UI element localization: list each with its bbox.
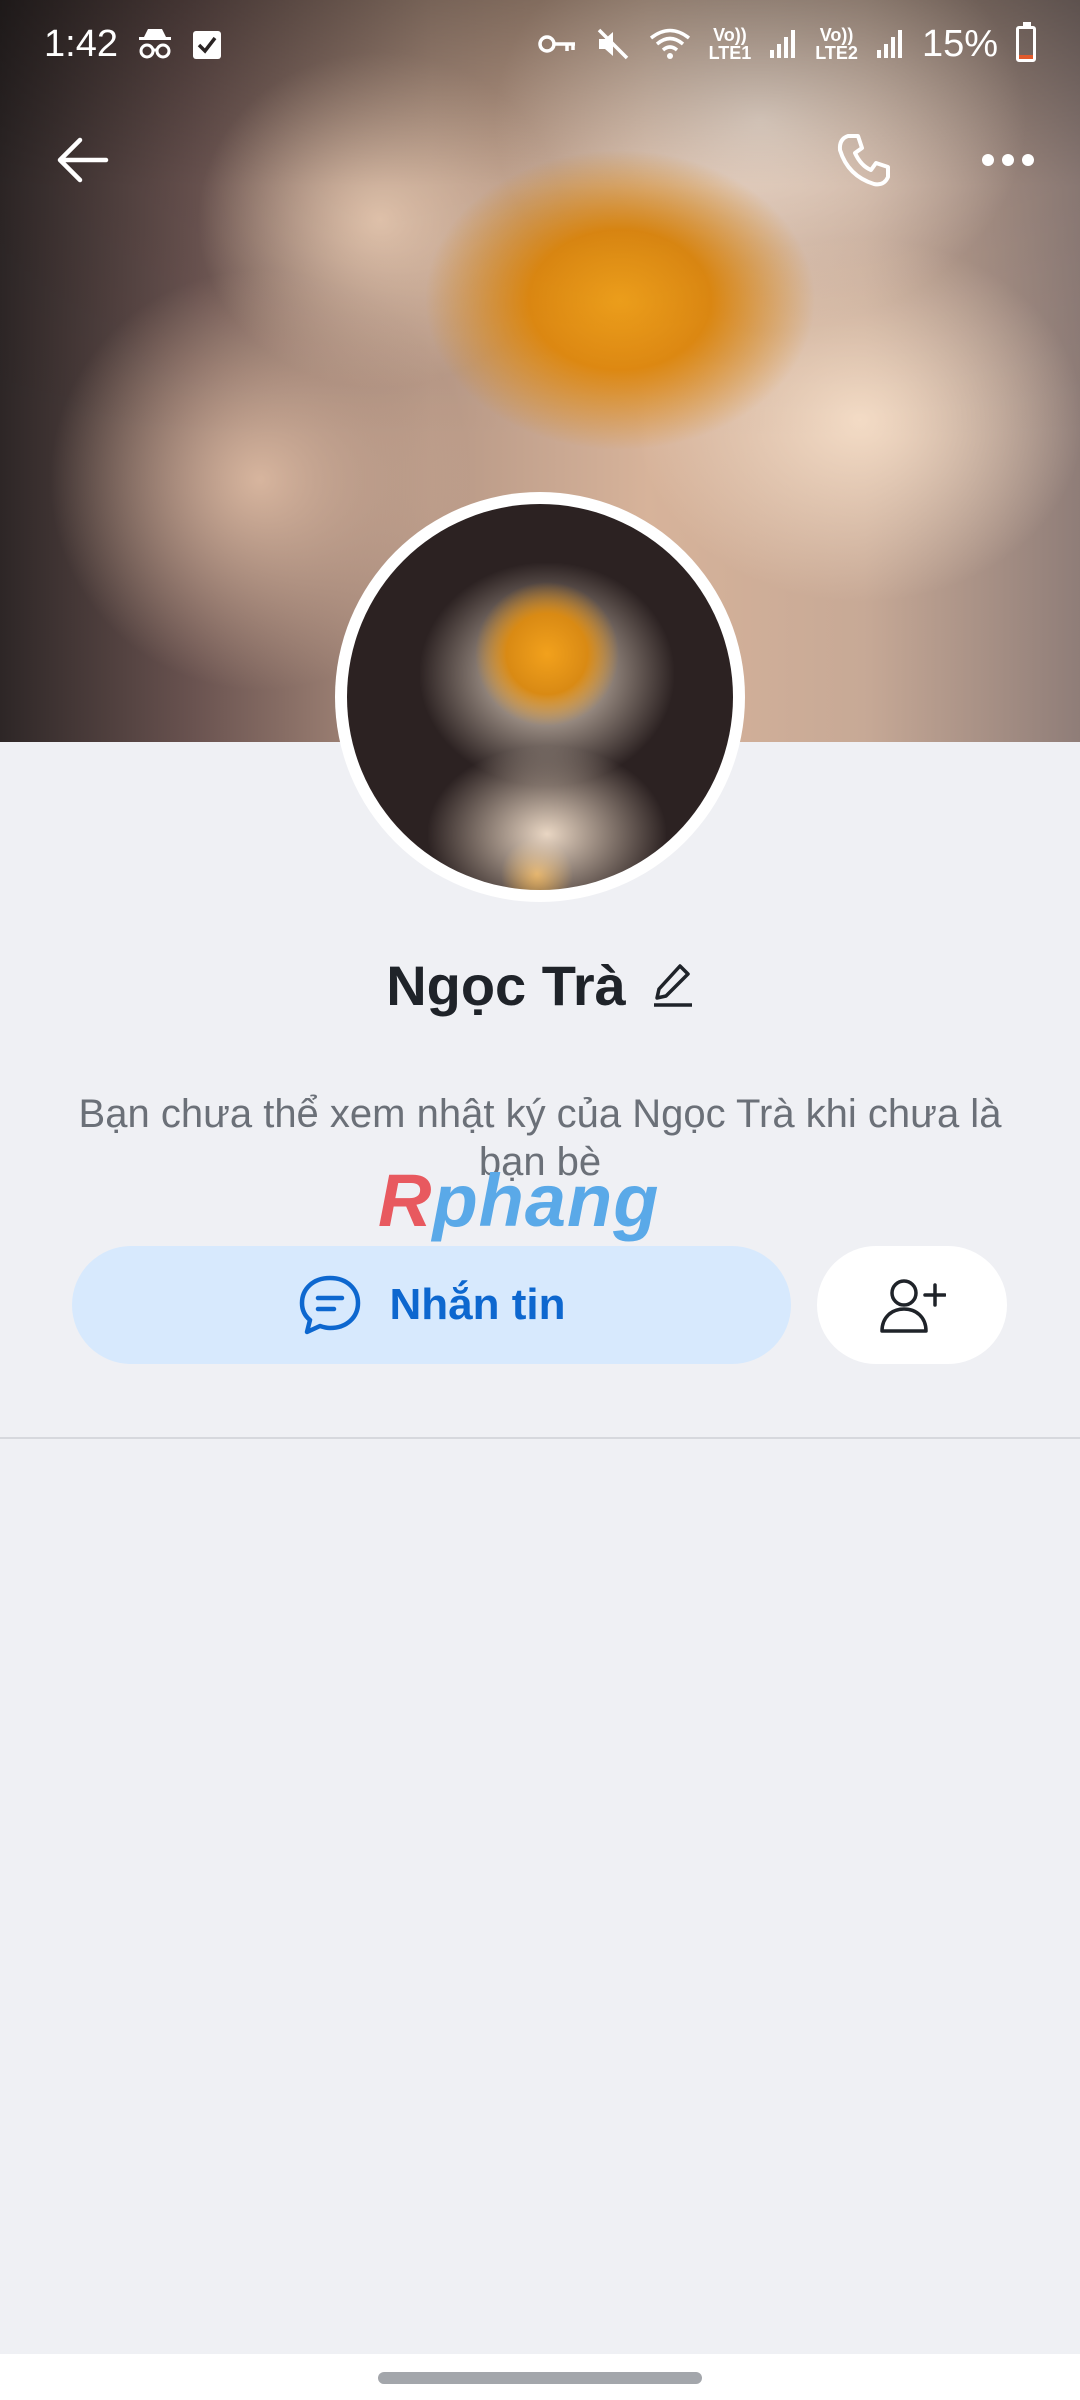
mute-icon — [595, 26, 631, 62]
section-divider — [0, 1437, 1080, 1439]
avatar[interactable] — [335, 492, 745, 902]
wifi-icon — [649, 27, 691, 61]
profile-name: Ngọc Trà — [386, 953, 626, 1017]
volte2-bottom: LTE2 — [815, 43, 858, 63]
status-time: 1:42 — [44, 22, 118, 65]
call-button[interactable] — [814, 110, 914, 210]
home-indicator[interactable] — [378, 2372, 702, 2384]
add-friend-button[interactable] — [817, 1246, 1007, 1364]
vpn-key-icon — [537, 32, 577, 56]
battery-percent: 15% — [921, 22, 998, 65]
message-button-label: Nhắn tin — [389, 1280, 566, 1329]
status-bar: 1:42 Vo)) LTE1 Vo)) LTE2 15% — [0, 0, 1080, 88]
phone-icon — [837, 134, 890, 187]
volte-lte1-indicator: Vo)) LTE1 — [709, 26, 752, 62]
volte1-top: Vo)) — [713, 25, 747, 45]
volte1-bottom: LTE1 — [708, 43, 752, 63]
battery-level — [1019, 54, 1033, 59]
pencil-icon — [653, 964, 692, 1007]
watermark-first-letter: R — [378, 1159, 433, 1242]
more-options-icon — [982, 154, 1034, 166]
status-bar-left: 1:42 — [44, 23, 222, 66]
checkbox-icon — [192, 28, 222, 60]
signal-icon — [769, 28, 797, 60]
edit-name-button[interactable] — [652, 962, 694, 1008]
back-arrow-icon — [57, 137, 109, 183]
message-button[interactable]: Nhắn tin — [72, 1246, 791, 1364]
status-bar-right: Vo)) LTE1 Vo)) LTE2 15% — [537, 22, 1036, 66]
back-button[interactable] — [32, 110, 132, 210]
watermark-logo: Rphang — [378, 1158, 659, 1243]
volte2-top: Vo)) — [819, 25, 854, 45]
watermark-rest: phang — [432, 1159, 660, 1242]
signal-icon — [876, 28, 904, 60]
more-options-button[interactable] — [958, 110, 1058, 210]
profile-name-row: Ngọc Trà — [0, 940, 1080, 1030]
avatar-image — [347, 504, 733, 890]
incognito-icon — [136, 27, 174, 61]
battery-icon — [1016, 22, 1036, 62]
profile-top-bar — [0, 110, 1080, 210]
add-friend-icon — [880, 1279, 946, 1333]
chat-bubble-icon — [299, 1275, 360, 1335]
volte-lte2-indicator: Vo)) LTE2 — [815, 26, 858, 62]
